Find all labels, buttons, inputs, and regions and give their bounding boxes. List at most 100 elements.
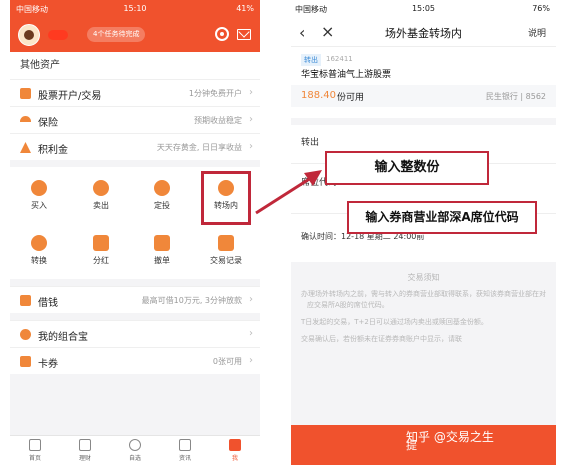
tab-label: 首页 <box>28 455 41 462</box>
screenshot-stage: 中国移动 15:10 41% 4个任务待完成 其他资产 股票开户/交易 1分钟免… <box>0 0 567 465</box>
star-icon <box>129 439 141 451</box>
tab-home[interactable]: 首页 <box>15 439 55 462</box>
records-icon <box>218 235 234 251</box>
clock-label: 15:10 <box>123 4 147 13</box>
help-link[interactable]: 说明 <box>528 26 546 39</box>
bottom-tab-bar: 首页 理财 自选 资讯 我 <box>10 435 260 465</box>
chevron-right-icon: › <box>249 355 253 366</box>
news-icon <box>179 439 191 451</box>
grid-label: 分红 <box>93 256 109 265</box>
avatar[interactable] <box>18 24 40 46</box>
chart-icon <box>20 88 31 99</box>
divider <box>10 313 260 320</box>
fund-card: 转出 162411 华宝标普油气上游股票 188.40 份可用 民生银行 | 8… <box>291 47 556 125</box>
fund-code: 162411 <box>326 55 353 63</box>
row-title: 我的组合宝 <box>38 332 88 343</box>
grid-item-trade-records[interactable]: 交易记录 <box>201 235 251 266</box>
gold-bars-icon <box>20 142 31 153</box>
tab-me[interactable]: 我 <box>215 439 255 462</box>
row-hint: 预期收益稳定 <box>194 116 242 125</box>
divider <box>10 160 260 167</box>
list-item-portfolio[interactable]: 我的组合宝 › <box>10 320 260 347</box>
home-icon <box>29 439 41 451</box>
section-title: 其他资产 <box>10 52 260 79</box>
user-icon <box>229 439 241 451</box>
umbrella-icon <box>20 116 31 122</box>
grid-item-cancel-order[interactable]: 撤单 <box>137 235 187 266</box>
grid-label: 卖出 <box>93 201 109 210</box>
gear-icon[interactable] <box>215 27 229 41</box>
status-bar: 中国移动 15:05 76% <box>291 0 556 17</box>
borrow-icon <box>20 295 31 306</box>
row-hint: 最高可借10万元, 3分钟放款 <box>141 296 242 305</box>
tab-label: 自选 <box>128 455 141 462</box>
list-item-gold[interactable]: 积利金 天天存黄金, 日日享收益 › <box>10 133 260 160</box>
grid-label: 定投 <box>154 201 170 210</box>
transfer-form: 转出 席位代码 确认时间：12-18 星期二 24:00前 <box>291 125 556 255</box>
tab-label: 资讯 <box>178 455 191 462</box>
callout-integer-shares: 输入整数份 <box>325 151 489 185</box>
row-title: 保险 <box>38 118 58 129</box>
fund-action-grid: 买入 卖出 定投 转场内 转换 分红 撤单 交易记录 <box>10 167 260 279</box>
left-phone-screen: 中国移动 15:10 41% 4个任务待完成 其他资产 股票开户/交易 1分钟免… <box>10 0 260 465</box>
transfer-out-badge: 转出 <box>301 54 321 66</box>
buy-icon <box>31 180 47 196</box>
grid-item-convert[interactable]: 转换 <box>14 235 64 266</box>
grid-item-buy[interactable]: 买入 <box>14 180 64 211</box>
callout-seat-code: 输入券商营业部深A席位代码 <box>347 201 537 234</box>
tab-wealth[interactable]: 理财 <box>65 439 105 462</box>
bank-account: 民生银行 | 8562 <box>485 92 546 101</box>
clock-label: 15:05 <box>411 4 436 13</box>
grid-label: 交易记录 <box>210 256 242 265</box>
page-title: 场外基金转场内 <box>385 27 462 40</box>
profile-header: 4个任务待完成 <box>10 17 260 52</box>
fund-name: 华宝标普油气上游股票 <box>301 70 392 80</box>
redacted-username <box>48 30 68 40</box>
notice-item: 交易确认后，若份额未在证券券商账户中显示，请联 <box>301 335 462 343</box>
divider <box>10 279 260 286</box>
row-title: 积利金 <box>38 145 68 156</box>
coupon-icon <box>20 356 31 367</box>
notice-item: 办理场外转场内之前，需与转入的券商营业部取得联系，获知该券商营业部在对应交易所A… <box>301 290 546 309</box>
list-item-borrow[interactable]: 借钱 最高可借10万元, 3分钟放款 › <box>10 286 260 313</box>
chevron-right-icon: › <box>249 141 253 152</box>
avatar-face-icon <box>24 30 34 40</box>
row-hint: 0张可用 <box>212 357 242 366</box>
mail-icon[interactable] <box>237 29 251 40</box>
row-title: 借钱 <box>38 298 58 309</box>
tab-news[interactable]: 资讯 <box>165 439 205 462</box>
list-item-stock[interactable]: 股票开户/交易 1分钟免费开户 › <box>10 79 260 106</box>
chevron-right-icon: › <box>249 87 253 98</box>
grid-label: 转换 <box>31 256 47 265</box>
list-item-insurance[interactable]: 保险 预期收益稳定 › <box>10 106 260 133</box>
available-shares-bar: 188.40 份可用 民生银行 | 8562 <box>291 85 556 107</box>
row-title: 卡券 <box>38 359 58 370</box>
clock-icon <box>154 180 170 196</box>
tab-watchlist[interactable]: 自选 <box>115 439 155 462</box>
chevron-right-icon: › <box>249 328 253 339</box>
battery-label: 76% <box>532 4 550 13</box>
notice-title: 交易须知 <box>407 273 440 282</box>
convert-icon <box>31 235 47 251</box>
list-item-coupons[interactable]: 卡券 0张可用 › <box>10 347 260 374</box>
row-hint: 天天存黄金, 日日享收益 <box>156 143 242 152</box>
task-pill-button[interactable]: 4个任务待完成 <box>87 27 146 42</box>
battery-label: 41% <box>236 4 254 13</box>
chevron-right-icon: › <box>249 114 253 125</box>
available-amount: 188.40 <box>301 90 336 101</box>
tab-label: 我 <box>231 455 238 462</box>
grid-item-sell[interactable]: 卖出 <box>76 180 126 211</box>
available-unit: 份可用 <box>337 93 365 103</box>
notice-item: T日发起的交易，T+2日可以通过场内卖出或赎回基金份额。 <box>301 318 488 326</box>
trade-notice: 交易须知 办理场外转场内之前，需与转入的券商营业部取得联系，获知该券商营业部在对… <box>291 262 556 425</box>
highlight-box <box>201 171 251 225</box>
portfolio-icon <box>20 329 31 340</box>
grid-item-fixed-invest[interactable]: 定投 <box>137 180 187 211</box>
transfer-out-label: 转出 <box>301 138 320 148</box>
undo-icon <box>154 235 170 251</box>
sell-icon <box>93 180 109 196</box>
watermark: 知乎 @交易之生 <box>406 430 494 444</box>
row-title: 股票开户/交易 <box>38 91 102 102</box>
grid-item-dividend[interactable]: 分红 <box>76 235 126 266</box>
grid-label: 买入 <box>31 201 47 210</box>
